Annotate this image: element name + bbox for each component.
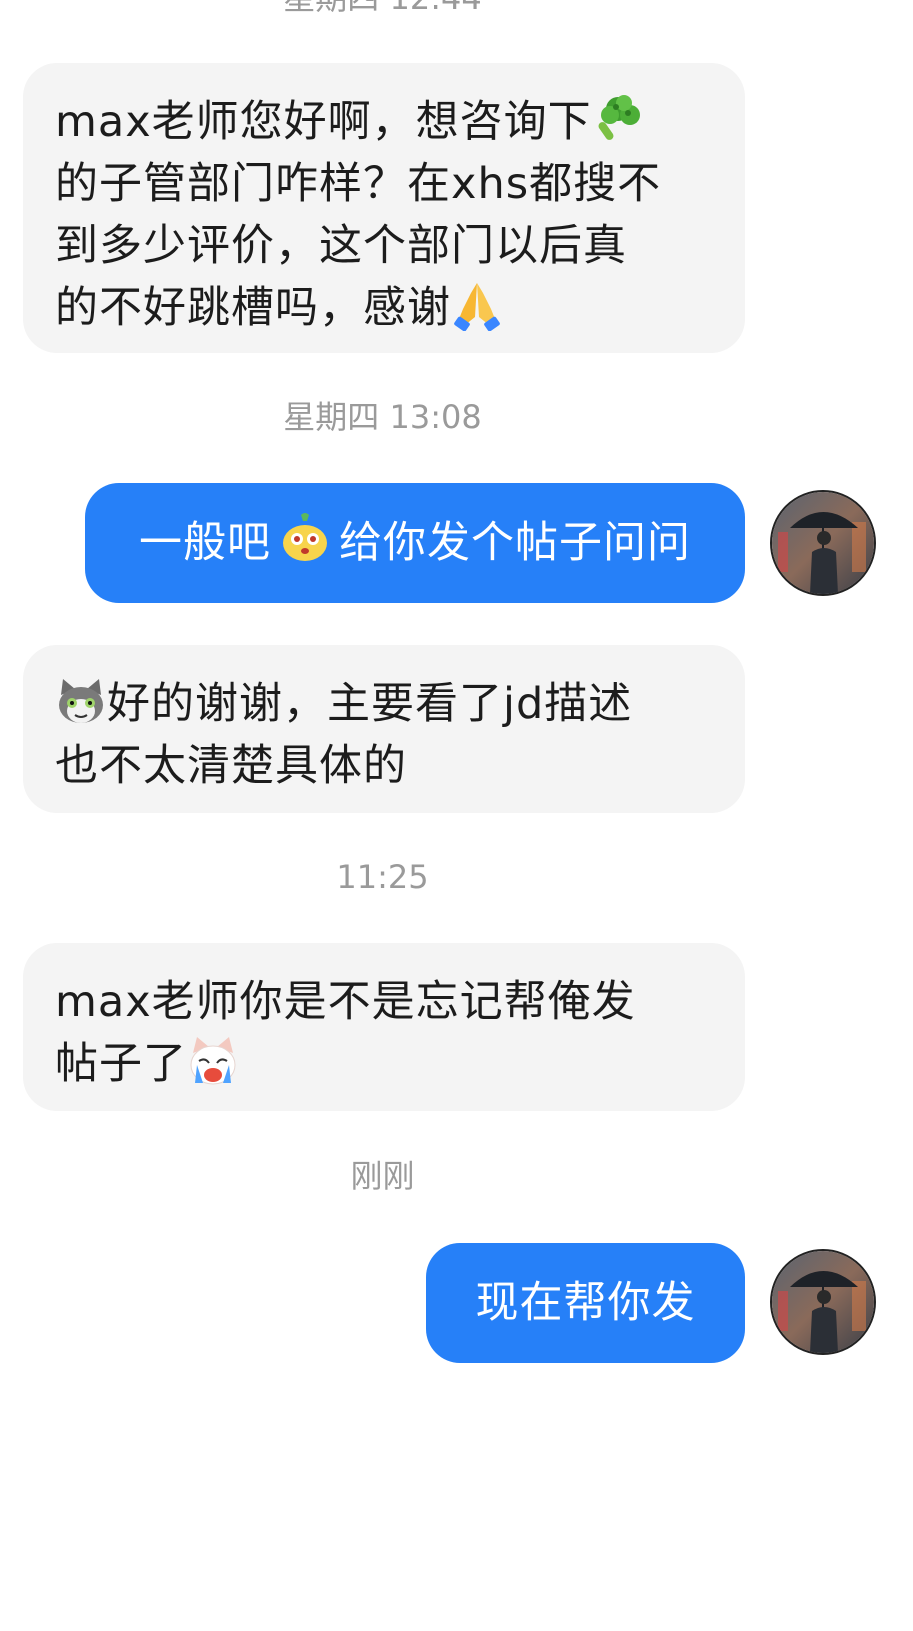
message-text: max老师您好啊，想咨询下: [55, 97, 592, 147]
broccoli-emoji: [598, 95, 640, 140]
message-text: 帖子了: [55, 1039, 187, 1089]
message-text: 到多少评价，这个部门以后真: [55, 221, 627, 271]
message-text: 的子管部门咋样？在xhs都搜不: [55, 159, 662, 209]
timestamp: 星期四 12:44: [0, 0, 765, 18]
avatar-image: [772, 492, 874, 594]
incoming-message-bubble[interactable]: max老师您好啊，想咨询下 的子管部门咋样？在xhs都搜不 到多少评价，这个部门…: [23, 63, 745, 353]
outgoing-message-bubble[interactable]: 一般吧 给你发个帖子问问: [85, 483, 745, 603]
timestamp: 刚刚: [350, 1157, 415, 1195]
timestamp: 11:25: [336, 858, 429, 896]
timestamp: 星期四 13:08: [283, 398, 482, 436]
message-text: 给你发个帖子问问: [339, 518, 691, 568]
message-text: 一般吧: [139, 518, 271, 568]
pear-face-emoji: [283, 513, 327, 561]
message-text: max老师你是不是忘记帮俺发: [55, 977, 636, 1027]
folded-hands-emoji: [454, 283, 500, 331]
cat-emoji: [59, 679, 103, 723]
message-text: 好的谢谢，主要看了jd描述: [107, 679, 633, 729]
avatar[interactable]: [770, 490, 876, 596]
incoming-message-bubble[interactable]: max老师你是不是忘记帮俺发 帖子了: [23, 943, 745, 1111]
avatar[interactable]: [770, 1249, 876, 1355]
crying-dog-emoji: [190, 1037, 236, 1085]
message-text: 也不太清楚具体的: [55, 741, 407, 791]
message-text: 的不好跳槽吗，感谢: [55, 283, 451, 333]
message-text: 现在帮你发: [475, 1278, 696, 1328]
incoming-message-bubble[interactable]: 好的谢谢，主要看了jd描述 也不太清楚具体的: [23, 645, 745, 813]
outgoing-message-bubble[interactable]: 现在帮你发: [426, 1243, 745, 1363]
avatar-image: [772, 1251, 874, 1353]
